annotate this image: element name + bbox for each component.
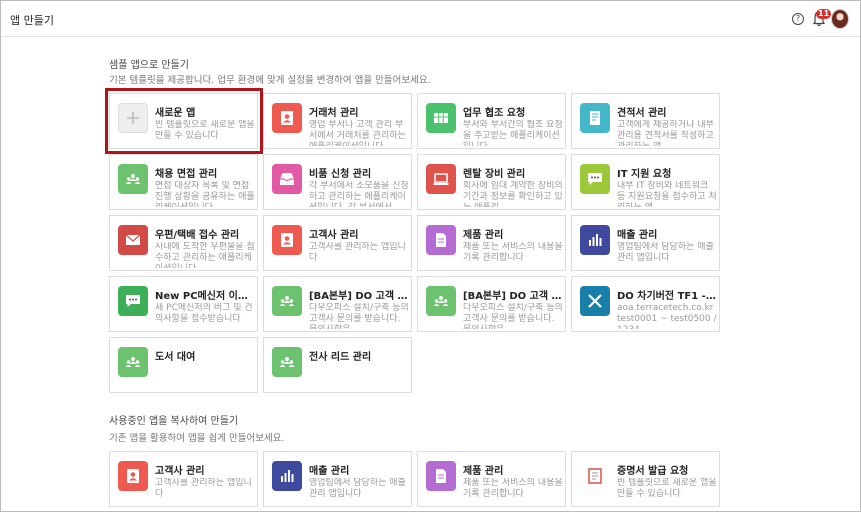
app-card-name: 제품 관리: [463, 230, 504, 241]
app-card[interactable]: [BA본부] DO 고객 … 다우오피스 설치/구축 등의 고객사 문의를 받습니…: [263, 276, 412, 332]
app-card-name: 거래처 관리: [309, 108, 359, 119]
app-card-desc: 영업팀에서 담당하는 매출 관리 앱입니다: [617, 242, 714, 263]
app-card[interactable]: 제품 관리 제품 또는 서비스의 내용을 기록 관리합니다: [417, 215, 566, 271]
app-card[interactable]: 전사 리드 관리: [263, 337, 412, 393]
app-card-desc: 영업 부서나 고객 관리 부서에서 거래처를 관리하는 애플리케이션입니다: [309, 120, 406, 146]
app-card[interactable]: 매출 관리 영업팀에서 담당하는 매출 관리 앱입니다: [571, 215, 720, 271]
people-icon: [118, 164, 148, 194]
document-list-icon: [580, 103, 610, 133]
people-icon: [272, 347, 302, 377]
app-card-desc: 면접 대상자 목록 및 면접 진행 상황을 공유하는 애플리케이션입니다: [155, 181, 255, 207]
app-card-desc: 빈 템플릿으로 새로운 앱을 만들 수 있습니다: [617, 478, 717, 499]
app-card-name: 업무 협조 요청: [463, 108, 526, 119]
people-icon: [426, 286, 456, 316]
tools-icon: [580, 286, 610, 316]
app-card[interactable]: IT 지원 요청내부 IT 장비와 네트워크 등 지원요청을 접수하고 처리하는…: [571, 154, 720, 210]
app-card-desc: 다우오피스 설치/구축 등의 고객사 문의를 받습니다. 문의사항은: [463, 303, 563, 329]
notification-badge: 11: [816, 9, 832, 19]
app-card-desc: 고객사를 관리하는 앱입니다: [309, 242, 406, 263]
chat-bubble-icon: [580, 164, 610, 194]
copy-section-title: 사용중인 앱을 복사하여 만들기: [109, 416, 239, 427]
top-bar: 앱 만들기 ? 11: [1, 1, 860, 37]
app-card[interactable]: 채용 면접 관리면접 대상자 목록 및 면접 진행 상황을 공유하는 애플리케이…: [109, 154, 258, 210]
app-card-name: 고객사 관리: [309, 230, 359, 241]
app-card[interactable]: New PC메신저 이슈… 새 PC메신저의 버그 및 건의사항을 접수받습니다: [109, 276, 258, 332]
laptop-icon: [426, 164, 456, 194]
app-card-name: 도서 대여: [155, 352, 196, 363]
app-card-desc: 고객사를 관리하는 앱입니다: [155, 478, 252, 499]
copy-section-subtitle: 기존 앱을 활용하여 앱을 쉽게 만들어보세요.: [109, 433, 285, 444]
app-card-desc: [309, 364, 409, 390]
app-card[interactable]: 고객사 관리 고객사를 관리하는 앱입니다: [109, 451, 258, 507]
chat-bubble-icon: [118, 286, 148, 316]
app-card-desc: 각 부서에서 소모품을 신청하고 관리하는 애플리케이션입니다. 각 부서에서: [309, 181, 409, 207]
document-icon: [426, 461, 456, 491]
page-title: 앱 만들기: [10, 14, 54, 27]
inbox-icon: [272, 164, 302, 194]
app-card-name: 제품 관리: [463, 466, 504, 477]
app-card-name: 렌탈 장비 관리: [463, 169, 526, 180]
app-card[interactable]: 업무 협조 요청부서와 부서간의 협조 요청을 주고받는 애플리케이션입니다: [417, 93, 566, 149]
app-card[interactable]: 매출 관리 영업팀에서 담당하는 매출 관리 앱입니다: [263, 451, 412, 507]
app-card-desc: 영업팀에서 담당하는 매출 관리 앱입니다: [309, 478, 406, 499]
templates-section-subtitle: 기본 템플릿을 제공합니다. 업무 환경에 맞게 설정을 변경하여 앱을 만들어…: [109, 75, 431, 86]
app-card-desc: 내부 IT 장비와 네트워크 등 지원요청을 접수하고 처리하는 앱: [617, 181, 717, 207]
app-card[interactable]: 도서 대여: [109, 337, 258, 393]
app-card-desc: [155, 364, 255, 390]
app-card[interactable]: 거래처 관리영업 부서나 고객 관리 부서에서 거래처를 관리하는 애플리케이션…: [263, 93, 412, 149]
people-icon: [118, 347, 148, 377]
app-card-name: DO 차기버전 TF1 - …: [617, 291, 717, 302]
app-card-desc: 회사에 임대 계약한 장비의 기간과 정보를 확인하고 있는 애플리: [463, 181, 563, 207]
bar-chart-icon: [580, 225, 610, 255]
app-card-name: 증명서 발급 요청: [617, 466, 689, 477]
app-card-name: 매출 관리: [617, 230, 658, 241]
app-card-name: 우편/택배 접수 관리: [155, 230, 240, 241]
app-card-desc: aoa.terracetech.co.kr test0001 ~ test050…: [617, 303, 717, 329]
app-card[interactable]: 증명서 발급 요청 빈 템플릿으로 새로운 앱을 만들 수 있습니다: [571, 451, 720, 507]
app-card-name: 견적서 관리: [617, 108, 667, 119]
templates-section-title: 샘플 앱으로 만들기: [109, 60, 189, 71]
app-card-name: IT 지원 요청: [617, 169, 672, 180]
contact-card-icon: [272, 225, 302, 255]
app-card[interactable]: 렌탈 장비 관리회사에 임대 계약한 장비의 기간과 정보를 확인하고 있는 애…: [417, 154, 566, 210]
certificate-icon: [580, 461, 610, 491]
app-card[interactable]: 비품 신청 관리각 부서에서 소모품을 신청하고 관리하는 애플리케이션입니다.…: [263, 154, 412, 210]
app-card[interactable]: [BA본부] DO 고객 … 다우오피스 설치/구축 등의 고객사 문의를 받습니…: [417, 276, 566, 332]
app-card-desc: 고객에게 제공하거나 내부 관리용 견적서를 작성하고 관리하는 앱: [617, 120, 714, 146]
app-card[interactable]: 제품 관리 제품 또는 서비스의 내용을 기록 관리합니다: [417, 451, 566, 507]
app-card-name: 전사 리드 관리: [309, 352, 372, 363]
grid-table-icon: [426, 103, 456, 133]
app-card[interactable]: 우편/택배 접수 관리사내에 도착한 우편물을 접수하고 관리하는 애플리케이션…: [109, 215, 258, 271]
app-card-name: 고객사 관리: [155, 466, 205, 477]
selected-card-highlight: [105, 88, 263, 154]
app-card-desc: 부서와 부서간의 협조 요청을 주고받는 애플리케이션입니다: [463, 120, 563, 146]
document-icon: [426, 225, 456, 255]
bar-chart-icon: [272, 461, 302, 491]
user-avatar[interactable]: [831, 9, 849, 29]
app-card-desc: 제품 또는 서비스의 내용을 기록 관리합니다: [463, 478, 563, 499]
mail-icon: [118, 225, 148, 255]
app-card-name: 비품 신청 관리: [309, 169, 372, 180]
app-card-desc: 제품 또는 서비스의 내용을 기록 관리합니다: [463, 242, 563, 263]
app-card-desc: 사내에 도착한 우편물을 접수하고 관리하는 애플리케이션입니다: [155, 242, 255, 268]
app-card[interactable]: 견적서 관리고객에게 제공하거나 내부 관리용 견적서를 작성하고 관리하는 앱: [571, 93, 720, 149]
help-icon[interactable]: ?: [792, 13, 804, 25]
app-card-name: [BA본부] DO 고객 …: [309, 291, 408, 302]
app-card-name: New PC메신저 이슈…: [155, 291, 255, 302]
contact-card-icon: [272, 103, 302, 133]
people-icon: [272, 286, 302, 316]
contact-card-icon: [118, 461, 148, 491]
app-card-name: 채용 면접 관리: [155, 169, 218, 180]
app-card-name: 매출 관리: [309, 466, 350, 477]
app-card-desc: 새 PC메신저의 버그 및 건의사항을 접수받습니다: [155, 303, 253, 324]
app-card-desc: 다우오피스 설치/구축 등의 고객사 문의를 받습니다. 문의사항은: [309, 303, 409, 329]
app-card[interactable]: DO 차기버전 TF1 - … aoa.terracetech.co.kr tes…: [571, 276, 720, 332]
app-card-name: [BA본부] DO 고객 …: [463, 291, 562, 302]
app-card[interactable]: 고객사 관리 고객사를 관리하는 앱입니다: [263, 215, 412, 271]
